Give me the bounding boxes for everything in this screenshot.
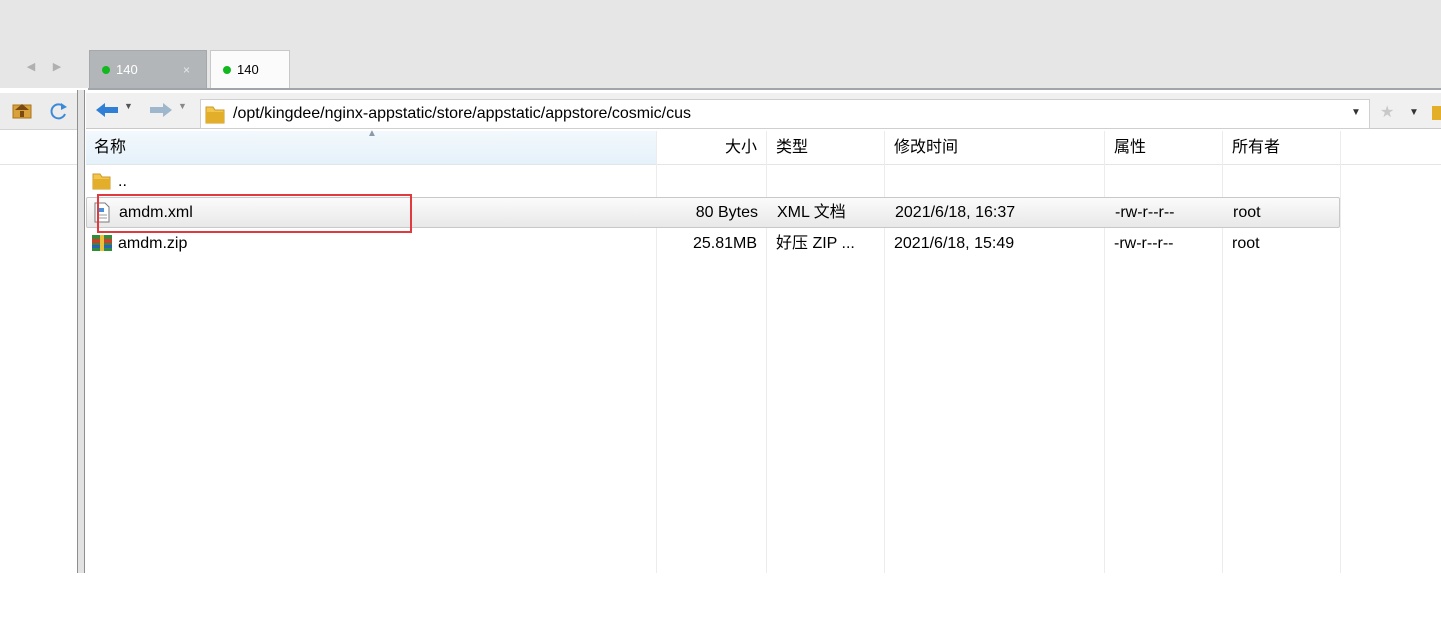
column-divider[interactable] bbox=[1340, 131, 1341, 573]
file-attributes: -rw-r--r-- bbox=[1115, 204, 1175, 221]
file-owner: root bbox=[1232, 235, 1260, 252]
extra-folder-icon[interactable] bbox=[1432, 104, 1441, 122]
column-header-attributes[interactable]: 属性 bbox=[1114, 131, 1146, 164]
column-header-owner[interactable]: 所有者 bbox=[1232, 131, 1280, 164]
column-header-size[interactable]: 大小 bbox=[657, 131, 757, 164]
tab-session-2[interactable]: 140 bbox=[210, 50, 290, 88]
back-arrow-icon[interactable] bbox=[96, 102, 120, 118]
column-header-modified[interactable]: 修改时间 bbox=[894, 131, 958, 164]
annotation-highlight-box bbox=[97, 194, 412, 233]
file-type: XML 文档 bbox=[777, 204, 846, 221]
status-online-icon bbox=[223, 65, 231, 74]
file-size: 80 Bytes bbox=[695, 204, 758, 221]
close-icon[interactable]: × bbox=[183, 51, 190, 89]
table-row-parent[interactable]: .. bbox=[86, 166, 1340, 197]
bottom-margin bbox=[0, 573, 1441, 638]
file-modified: 2021/6/18, 16:37 bbox=[895, 204, 1016, 221]
status-online-icon bbox=[102, 65, 110, 74]
tab-label: 140 bbox=[237, 62, 259, 77]
path-dropdown-icon[interactable]: ▼ bbox=[1351, 107, 1361, 118]
file-size: 25.81MB bbox=[692, 235, 757, 252]
file-name: .. bbox=[118, 173, 127, 190]
file-owner: root bbox=[1233, 204, 1261, 221]
folder-icon bbox=[205, 106, 225, 124]
local-list-header bbox=[0, 130, 77, 165]
sort-ascending-icon: ▲ bbox=[367, 128, 377, 139]
file-modified: 2021/6/18, 15:49 bbox=[894, 235, 1015, 252]
current-path[interactable]: /opt/kingdee/nginx-appstatic/store/appst… bbox=[233, 101, 691, 127]
home-folder-icon[interactable] bbox=[12, 101, 32, 119]
column-header-name[interactable]: 名称 bbox=[94, 131, 126, 164]
refresh-icon[interactable] bbox=[49, 101, 69, 121]
file-attributes: -rw-r--r-- bbox=[1114, 235, 1174, 252]
nav-right-icon[interactable]: ▶ bbox=[50, 60, 64, 74]
folder-icon bbox=[92, 173, 111, 190]
file-type: 好压 ZIP ... bbox=[776, 235, 855, 252]
nav-left-icon[interactable]: ◀ bbox=[24, 60, 38, 74]
tab-label: 140 bbox=[116, 62, 138, 77]
back-dropdown-icon[interactable]: ▼ bbox=[124, 101, 133, 111]
bookmark-star-icon[interactable]: ★ bbox=[1380, 102, 1394, 122]
forward-dropdown-icon[interactable]: ▼ bbox=[178, 101, 187, 111]
bookmark-dropdown-icon[interactable]: ▼ bbox=[1409, 107, 1419, 118]
tab-session-1[interactable]: 140 × bbox=[89, 50, 207, 88]
column-header-type[interactable]: 类型 bbox=[776, 131, 808, 164]
pane-splitter[interactable] bbox=[77, 90, 85, 573]
local-toolbar bbox=[0, 93, 77, 130]
zip-archive-icon bbox=[92, 235, 112, 251]
forward-arrow-icon[interactable] bbox=[148, 102, 172, 118]
tab-bar-divider bbox=[88, 88, 1441, 90]
